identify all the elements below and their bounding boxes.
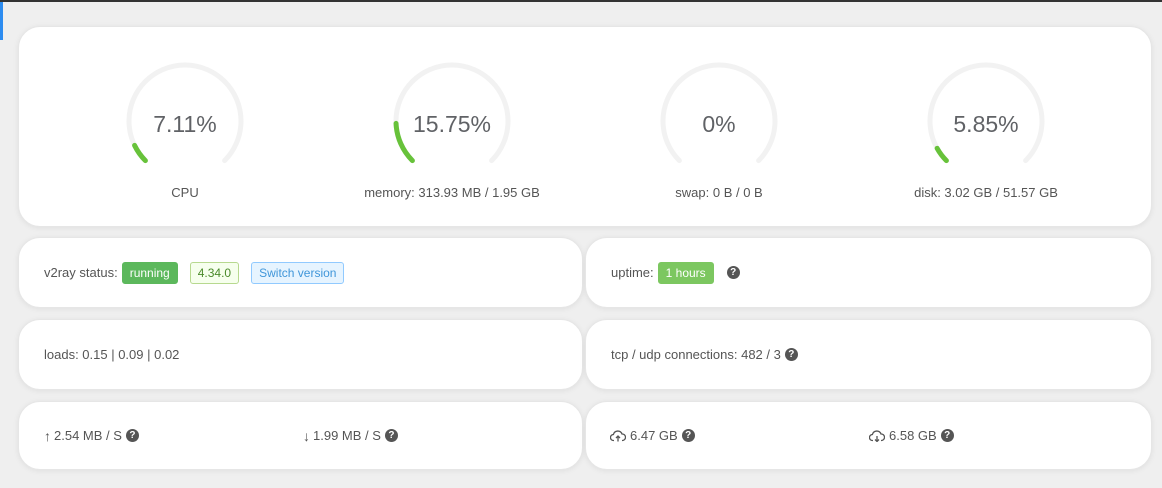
upload-speed-row: ↑ 2.54 MB / S ? — [44, 402, 139, 469]
swap-gauge: 0% swap: 0 B / 0 B — [589, 61, 849, 211]
cpu-label: CPU — [171, 185, 199, 200]
v2ray-version-badge: 4.34.0 — [189, 261, 240, 284]
gauge-fill — [132, 142, 148, 164]
swap-value: 0% — [702, 111, 736, 137]
uptime-row: uptime: 1 hours ? — [611, 238, 740, 307]
uptime-card: uptime: 1 hours ? — [585, 237, 1152, 308]
download-speed-help-icon[interactable]: ? — [384, 429, 398, 442]
disk-value: 5.85% — [953, 111, 1019, 137]
sidebar-accent-bar — [0, 2, 3, 40]
upload-traffic-text: 6.47 GB — [630, 428, 678, 443]
v2ray-running-badge: running — [121, 261, 178, 284]
connections-text: tcp / udp connections: 482 / 3 — [611, 347, 781, 362]
system-gauges-card: 7.11% CPU 15.75% memory: 313.93 MB / 1.9… — [18, 26, 1152, 227]
memory-label: memory: 313.93 MB / 1.95 GB — [364, 185, 540, 200]
download-speed-text: 1.99 MB / S — [313, 428, 381, 443]
download-traffic-text: 6.58 GB — [889, 428, 937, 443]
loads-card: loads: 0.15 | 0.09 | 0.02 — [18, 319, 583, 390]
gauge-fill — [934, 145, 949, 164]
down-arrow-icon: ↓ — [303, 427, 310, 444]
v2ray-status-card: v2ray status: running 4.34.0 Switch vers… — [18, 237, 583, 308]
uptime-help-icon[interactable]: ? — [726, 266, 740, 279]
upload-traffic-help-icon[interactable]: ? — [681, 429, 695, 442]
download-traffic-help-icon[interactable]: ? — [940, 429, 954, 442]
download-speed-row: ↓ 1.99 MB / S ? — [303, 402, 398, 469]
switch-version-button[interactable]: Switch version — [251, 261, 345, 284]
upload-speed-help-icon[interactable]: ? — [125, 429, 139, 442]
uptime-badge: 1 hours — [657, 261, 714, 284]
uptime-label: uptime: — [611, 265, 654, 280]
v2ray-status-label: v2ray status: — [44, 265, 118, 280]
connections-row: tcp / udp connections: 482 / 3 ? — [611, 320, 798, 389]
cpu-value: 7.11% — [153, 111, 217, 137]
cloud-upload-icon — [610, 429, 626, 441]
disk-gauge: 5.85% disk: 3.02 GB / 51.57 GB — [856, 61, 1116, 211]
v2ray-status-row: v2ray status: running 4.34.0 Switch vers… — [44, 238, 345, 307]
connections-card: tcp / udp connections: 482 / 3 ? — [585, 319, 1152, 390]
memory-gauge: 15.75% memory: 313.93 MB / 1.95 GB — [322, 61, 582, 211]
loads-row: loads: 0.15 | 0.09 | 0.02 — [44, 320, 179, 389]
upload-traffic-row: 6.47 GB ? — [610, 402, 695, 469]
cloud-download-icon — [869, 429, 885, 442]
download-traffic-row: 6.58 GB ? — [869, 402, 954, 469]
disk-label: disk: 3.02 GB / 51.57 GB — [914, 185, 1058, 200]
up-arrow-icon: ↑ — [44, 427, 51, 444]
loads-text: loads: 0.15 | 0.09 | 0.02 — [44, 347, 180, 362]
window-top-border — [0, 0, 1162, 2]
memory-value: 15.75% — [412, 111, 491, 137]
upload-speed-text: 2.54 MB / S — [54, 428, 122, 443]
traffic-card: 6.47 GB ? 6.58 GB ? — [585, 401, 1152, 470]
cpu-gauge: 7.11% CPU — [55, 61, 315, 211]
connections-help-icon[interactable]: ? — [784, 348, 798, 361]
swap-label: swap: 0 B / 0 B — [675, 185, 763, 200]
speed-card: ↑ 2.54 MB / S ? ↓ 1.99 MB / S ? — [18, 401, 583, 470]
